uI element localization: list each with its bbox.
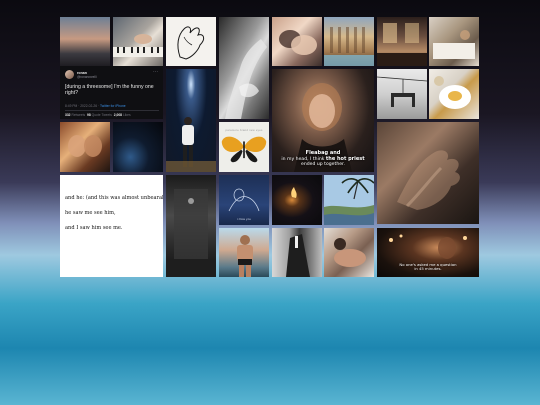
hand-blur-graphic xyxy=(397,150,460,210)
caption-line-2b: the hot priest xyxy=(325,155,365,162)
retweet-label: Retweets xyxy=(71,113,86,117)
divider xyxy=(65,110,159,111)
piano-keys-graphic xyxy=(113,34,163,57)
avatar[interactable] xyxy=(65,70,74,79)
tweet-client-link[interactable]: Twitter for iPhone xyxy=(100,104,126,108)
chairlift-photo[interactable] xyxy=(377,69,427,119)
faces-graphic xyxy=(68,135,102,157)
arm-shape-graphic xyxy=(225,39,267,119)
swimmer-figure xyxy=(237,235,253,277)
couple-photo[interactable] xyxy=(272,17,322,66)
suit-figure xyxy=(286,234,310,277)
album-cover[interactable]: paramore brand new eyes xyxy=(219,122,269,172)
breakfast-plate-photo[interactable] xyxy=(429,69,479,119)
blue-sketch-photo[interactable]: i miss you xyxy=(219,175,269,225)
reclining-figure xyxy=(334,238,366,267)
bedroom-photo[interactable] xyxy=(429,17,479,66)
subtitle-caption: Fleabag and in my head, I think the hot … xyxy=(274,151,372,168)
caption-line-3: ended up together. xyxy=(301,162,345,168)
lighter-photo[interactable] xyxy=(272,175,322,225)
flame-icon xyxy=(291,187,297,198)
arm-closeup-photo[interactable] xyxy=(219,17,269,119)
butterfly-icon xyxy=(221,136,267,163)
man-in-suit-photo[interactable] xyxy=(272,228,322,277)
shower-graphic xyxy=(166,189,216,277)
dinner-scene-photo[interactable]: No one's asked me a question in 45 minut… xyxy=(377,228,479,277)
poem-line-2: he saw me see him, xyxy=(65,210,116,216)
like-label: Likes xyxy=(122,113,131,117)
sketch-caption: i miss you xyxy=(236,217,252,221)
bed-graphic xyxy=(433,30,475,59)
cafe-window-graphic xyxy=(377,23,427,66)
tweet-date: 8:49 PM · 2022-02-26 · xyxy=(65,104,100,108)
retweet-count[interactable]: 332 xyxy=(65,113,71,117)
couple-kiss-photo[interactable] xyxy=(60,122,110,172)
hand-sketch-drawing[interactable] xyxy=(166,17,216,66)
tweet-stats: 332 Retweets 98 Quote Tweets 2,008 Likes xyxy=(65,113,159,117)
blurred-hand-photo[interactable] xyxy=(377,122,479,224)
quote-count[interactable]: 98 xyxy=(87,113,91,117)
dinner-caption-line-2: in 45 minutes. xyxy=(414,266,442,272)
man-by-pool-photo[interactable] xyxy=(219,228,269,277)
poem-card[interactable]: and he: (and this was almost unbearable)… xyxy=(60,175,163,277)
hand-line-drawing xyxy=(177,26,205,60)
like-count[interactable]: 2,008 xyxy=(114,113,122,117)
man-on-bed-photo[interactable] xyxy=(324,228,374,277)
man-on-stage-photo[interactable] xyxy=(166,69,216,172)
poem-line-3: and I saw him see me. xyxy=(65,225,123,231)
fountain-photo[interactable] xyxy=(324,17,374,66)
sunset-lake-photo[interactable] xyxy=(60,17,110,66)
poem-line-1: and he: (and this was almost unbearable) xyxy=(65,195,163,201)
woman-portrait-photo[interactable]: Fleabag and in my head, I think the hot … xyxy=(272,69,374,172)
tweet-text: [during a threesome] I'm the funny one r… xyxy=(65,84,154,97)
building-columns-graphic xyxy=(324,27,374,66)
tweet-timestamp: 8:49 PM · 2022-02-26 · Twitter for iPhon… xyxy=(65,104,159,108)
chairlift-graphic xyxy=(377,76,427,107)
palm-tree-photo[interactable] xyxy=(324,175,374,225)
dark-shower-photo[interactable] xyxy=(166,175,216,277)
night-sky-photo[interactable] xyxy=(113,122,163,172)
tweet-author-handle[interactable]: @ronanxxrelli xyxy=(77,75,97,79)
tweet-card[interactable]: ronan @ronanxxrelli ··· [during a threes… xyxy=(60,66,163,119)
desktop-background: { "collage": { "tweet": { "name": "ronan… xyxy=(0,0,540,405)
piano-hands-photo[interactable] xyxy=(113,17,163,66)
more-options-icon[interactable]: ··· xyxy=(153,70,158,75)
man-silhouette xyxy=(166,117,216,172)
quote-label: Quote Tweets xyxy=(91,113,112,117)
tweet-header: ronan @ronanxxrelli xyxy=(65,70,97,79)
dinner-subtitle: No one's asked me a question in 45 minut… xyxy=(379,262,477,272)
cafe-interior-photo[interactable] xyxy=(377,17,427,66)
plate-graphic xyxy=(434,76,471,109)
couple-silhouette xyxy=(279,30,317,55)
palm-tree-graphic xyxy=(324,175,374,225)
